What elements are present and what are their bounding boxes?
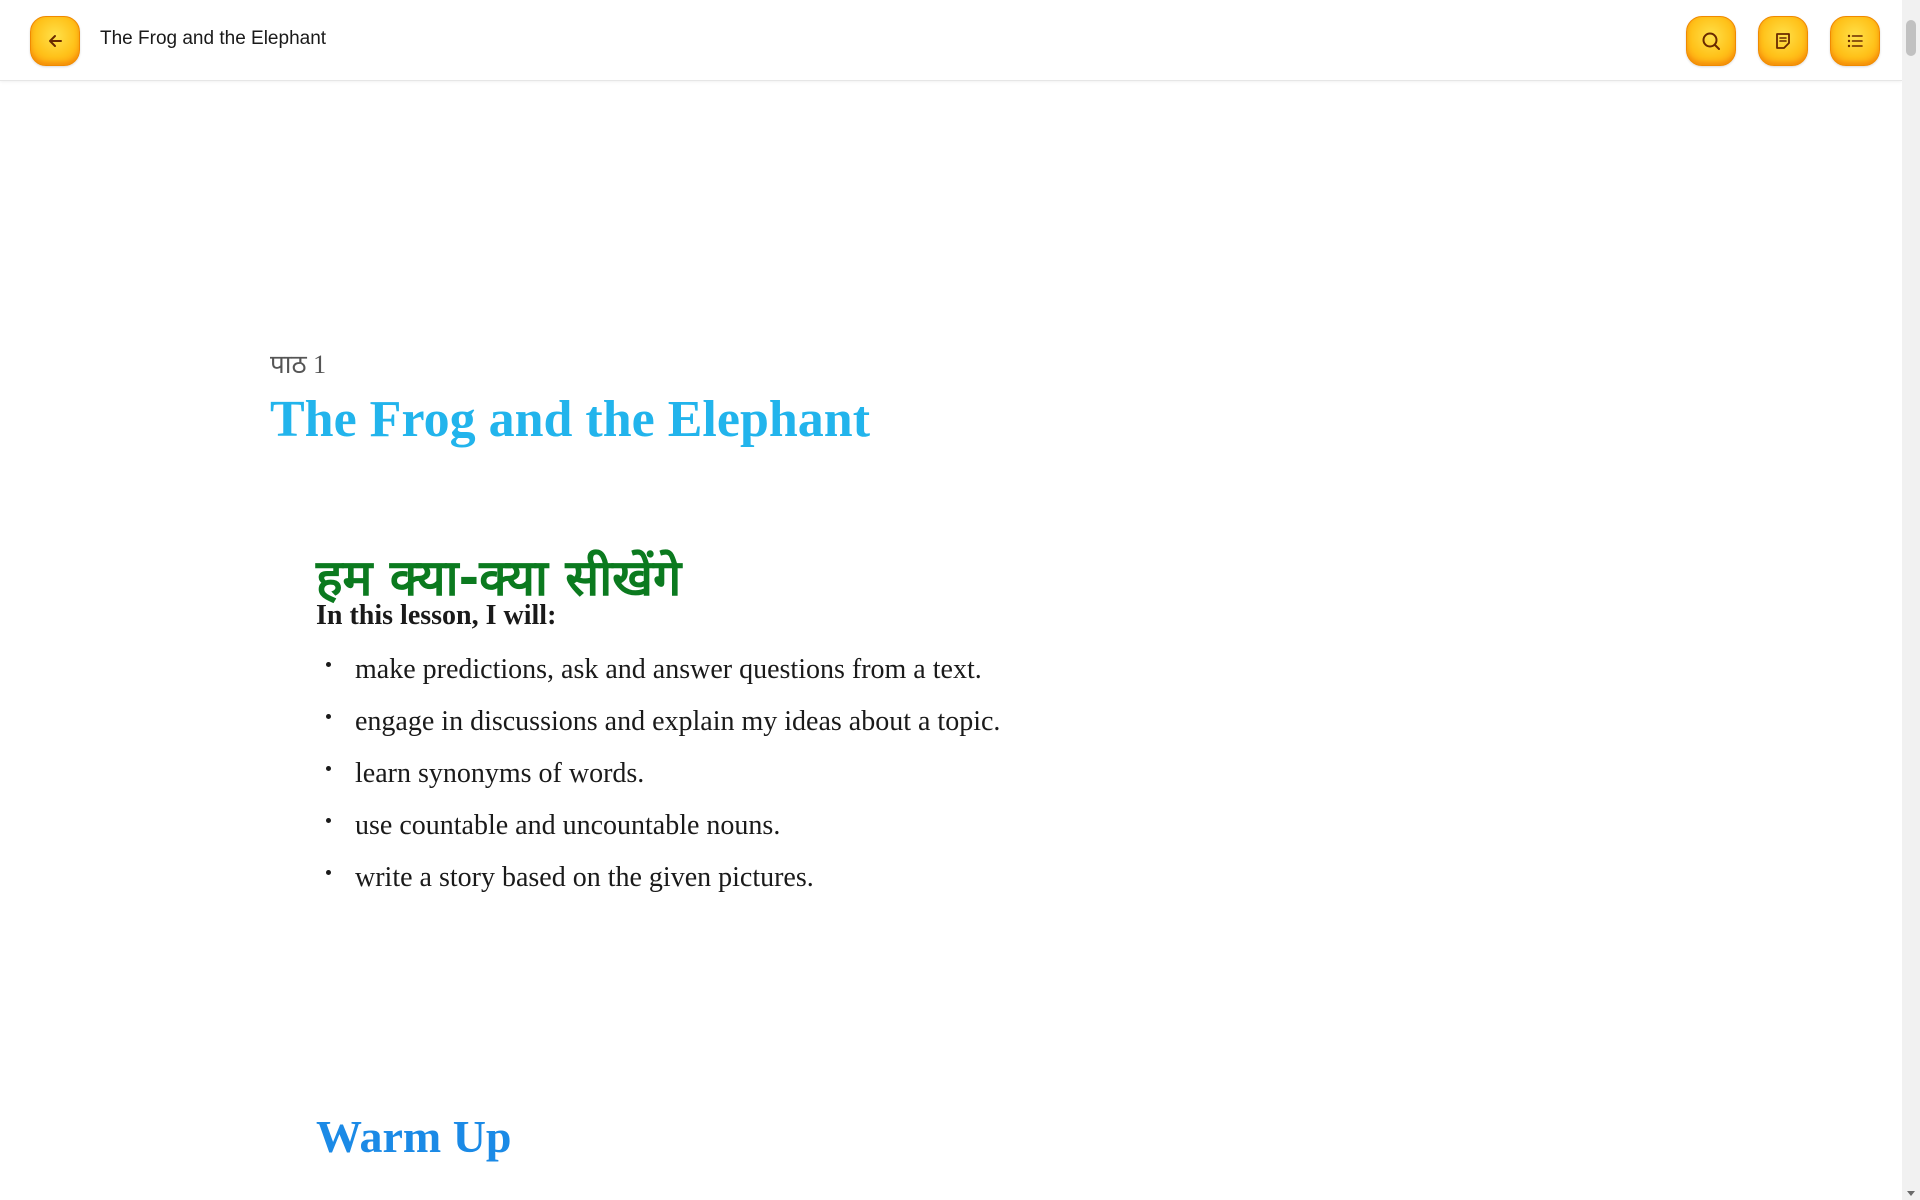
scroll-down-arrow-icon[interactable] <box>1907 1191 1915 1196</box>
list-icon <box>1847 34 1863 48</box>
list-item: use countable and uncountable nouns. <box>316 800 1000 852</box>
warm-up-heading: Warm Up <box>316 1111 512 1162</box>
objective-text: learn synonyms of words. <box>355 758 645 789</box>
objectives-intro: In this lesson, I will: <box>316 600 557 631</box>
bullet-icon <box>326 766 331 771</box>
lesson-content <box>0 81 1902 1200</box>
list-item: learn synonyms of words. <box>316 748 1000 800</box>
list-item: make predictions, ask and answer questio… <box>316 644 1000 696</box>
table-of-contents-button[interactable] <box>1830 16 1880 66</box>
bullet-icon <box>326 870 331 875</box>
top-bar: The Frog and the Elephant <box>0 0 1902 81</box>
back-button[interactable] <box>30 16 80 66</box>
bullet-icon <box>326 818 331 823</box>
notes-icon <box>1776 33 1790 49</box>
notes-button[interactable] <box>1758 16 1808 66</box>
lesson-title: The Frog and the Elephant <box>270 391 871 448</box>
search-icon <box>1702 32 1720 50</box>
list-item: engage in discussions and explain my ide… <box>316 696 1000 748</box>
bullet-icon <box>326 714 331 719</box>
search-button[interactable] <box>1686 16 1736 66</box>
lesson-number: पाठ 1 <box>270 350 327 379</box>
vertical-scrollbar[interactable] <box>1902 0 1920 1200</box>
scrollbar-thumb[interactable] <box>1906 20 1916 56</box>
objective-text: use countable and uncountable nouns. <box>355 810 781 841</box>
objective-text: write a story based on the given picture… <box>355 862 814 893</box>
arrow-left-icon <box>49 35 62 47</box>
objectives-list: make predictions, ask and answer questio… <box>316 644 1000 904</box>
bullet-icon <box>326 662 331 667</box>
objective-text: engage in discussions and explain my ide… <box>355 706 1001 737</box>
list-item: write a story based on the given picture… <box>316 852 1000 904</box>
objective-text: make predictions, ask and answer questio… <box>355 654 982 685</box>
page-title: The Frog and the Elephant <box>100 28 327 49</box>
